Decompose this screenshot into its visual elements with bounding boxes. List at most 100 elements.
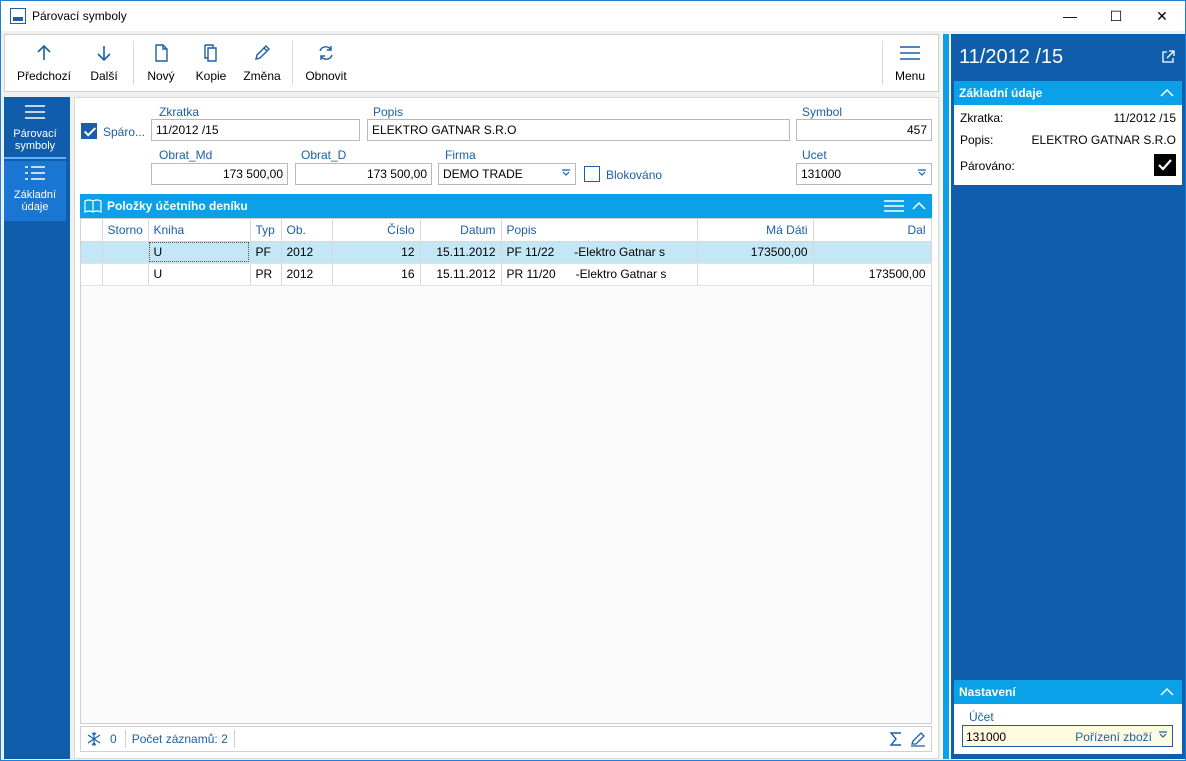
firma-label: Firma <box>445 148 476 162</box>
toolbar: Předchozí Další Nový Kopie Změna Obnovit… <box>4 34 939 92</box>
ucet-label: Ucet <box>802 148 827 162</box>
edit-button[interactable]: Změna <box>239 35 285 91</box>
nav-item-parovaci-symboly[interactable]: Párovací symboly <box>4 101 66 159</box>
maximize-button[interactable]: ☐ <box>1093 1 1139 31</box>
toolbar-separator <box>133 41 134 85</box>
app-icon <box>10 8 26 24</box>
cell-popis: PR 11/20 -Elektro Gatnar s <box>501 263 698 286</box>
splitter-bar[interactable] <box>943 34 949 759</box>
cell-datum: 15.11.2012 <box>420 241 502 264</box>
close-button[interactable]: ✕ <box>1139 1 1185 31</box>
previous-button[interactable]: Předchozí <box>13 35 75 91</box>
parovano-checkbox[interactable] <box>1154 154 1176 176</box>
blokovano-label: Blokováno <box>606 168 663 182</box>
column-header-cislo[interactable]: Číslo <box>332 219 421 242</box>
previous-label: Předchozí <box>16 69 72 83</box>
snowflake-icon[interactable] <box>86 731 102 747</box>
grid-header-bar: Položky účetního deníku <box>80 194 932 218</box>
dropdown-icon <box>1159 731 1167 738</box>
zkratka-label: Zkratka: <box>960 111 1004 125</box>
edit-icon[interactable] <box>910 731 926 747</box>
menu-label: Menu <box>894 69 926 83</box>
row-indicator <box>81 241 103 264</box>
parovano-label: Párováno: <box>960 159 1015 173</box>
popis-field[interactable]: ELEKTRO GATNAR S.R.O <box>367 119 790 141</box>
ucet-select[interactable]: 131000 Pořízení zboží <box>962 725 1173 747</box>
popis-row: Popis: ELEKTRO GATNAR S.R.O <box>954 129 1182 151</box>
nav-item-zakladni-udaje[interactable]: Základní údaje <box>4 161 66 221</box>
collapse-icon[interactable] <box>912 201 926 211</box>
zkratka-label: Zkratka <box>159 105 200 119</box>
table-row[interactable]: U PF 2012 12 15.11.2012 PF 11/22 -Elektr… <box>81 241 932 264</box>
settings-panel: Nastavení Účet 131000 Pořízení zboží <box>954 680 1182 754</box>
row-indicator-header <box>81 219 103 242</box>
blokovano-checkbox[interactable] <box>584 166 600 182</box>
column-header-typ[interactable]: Typ <box>250 219 282 242</box>
column-header-dal[interactable]: Dal <box>813 219 932 242</box>
ucet-label-row: Účet <box>954 704 1182 724</box>
collapse-icon[interactable] <box>1160 88 1174 98</box>
settings-header[interactable]: Nastavení <box>954 680 1182 704</box>
main-area: Předchozí Další Nový Kopie Změna Obnovit… <box>4 34 939 759</box>
left-navigation: Párovací symboly Základní údaje <box>4 97 70 759</box>
new-button[interactable]: Nový <box>141 35 181 91</box>
refresh-icon <box>319 46 333 60</box>
pencil-icon <box>255 45 270 60</box>
arrow-down-icon <box>97 46 111 62</box>
cell-kniha: U <box>148 263 251 286</box>
basic-info-header[interactable]: Základní údaje <box>954 81 1182 105</box>
copy-label: Kopie <box>195 69 227 83</box>
column-header-ma-dati[interactable]: Má Dáti <box>697 219 814 242</box>
obrat-d-label: Obrat_D <box>301 148 347 162</box>
obrat-md-field[interactable]: 173 500,00 <box>151 163 288 185</box>
column-header-ob[interactable]: Ob. <box>281 219 333 242</box>
firma-select[interactable]: DEMO TRADE <box>438 163 576 185</box>
app-window: Párovací symboly — ☐ ✕ Předchozí Další N… <box>0 0 1186 761</box>
ucet-select[interactable]: 131000 <box>796 163 932 185</box>
cell-dal <box>813 241 932 264</box>
collapse-icon[interactable] <box>1160 687 1174 697</box>
next-button[interactable]: Další <box>83 35 125 91</box>
menu-button[interactable]: Menu <box>889 35 931 91</box>
cell-storno <box>102 263 149 286</box>
cell-storno <box>102 241 149 264</box>
title-bar: Párovací symboly — ☐ ✕ <box>1 1 1185 31</box>
refresh-button[interactable]: Obnovit <box>301 35 351 91</box>
column-header-popis[interactable]: Popis <box>501 219 698 242</box>
edit-label: Změna <box>243 69 281 83</box>
ucet-hint: Pořízení zboží <box>1075 730 1152 744</box>
status-separator <box>233 730 235 748</box>
sparovano-checkbox[interactable] <box>81 123 97 139</box>
column-header-kniha[interactable]: Kniha <box>148 219 251 242</box>
hamburger-icon <box>900 46 920 60</box>
column-header-datum[interactable]: Datum <box>420 219 502 242</box>
basic-info-title: Základní údaje <box>959 86 1043 100</box>
table-row[interactable]: U PR 2012 16 15.11.2012 PR 11/20 -Elektr… <box>81 263 932 286</box>
list-icon <box>25 166 45 180</box>
sum-icon[interactable] <box>889 731 903 747</box>
symbol-field[interactable]: 457 <box>796 119 932 141</box>
external-link-icon[interactable] <box>1161 50 1175 64</box>
nav-item-label: Základní údaje <box>13 189 57 213</box>
cell-typ: PR <box>250 263 282 286</box>
copy-button[interactable]: Kopie <box>191 35 231 91</box>
minimize-button[interactable]: — <box>1047 1 1093 31</box>
detail-content: Spáro... Zkratka 11/2012 /15 Popis ELEKT… <box>74 97 939 759</box>
hamburger-icon[interactable] <box>884 199 904 213</box>
refresh-label: Obnovit <box>305 69 347 83</box>
cell-cislo: 16 <box>332 263 421 286</box>
dropdown-icon <box>562 169 570 176</box>
column-header-storno[interactable]: Storno <box>102 219 149 242</box>
panel-splitter[interactable] <box>941 34 951 759</box>
sparovano-label: Spáro... <box>103 125 146 139</box>
ucet-value: 131000 <box>966 730 1007 744</box>
obrat-d-field[interactable]: 173 500,00 <box>295 163 432 185</box>
cell-ob: 2012 <box>281 263 333 286</box>
zkratka-value: 11/2012 /15 <box>1113 111 1176 125</box>
zkratka-field[interactable]: 11/2012 /15 <box>151 119 360 141</box>
right-panel: 11/2012 /15 Základní údaje Zkratka: 11/2… <box>951 34 1185 759</box>
cell-ma-dati: 173500,00 <box>697 241 814 264</box>
cell-ob: 2012 <box>281 241 333 264</box>
new-document-icon <box>155 44 168 62</box>
settings-title: Nastavení <box>959 685 1016 699</box>
